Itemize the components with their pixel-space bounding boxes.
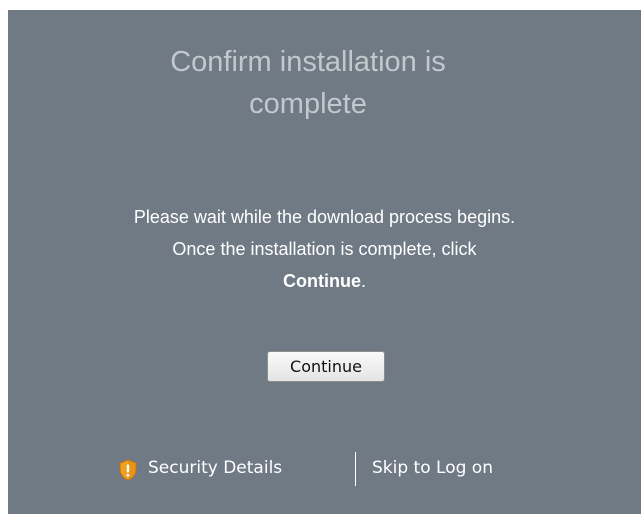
shield-warning-icon	[119, 459, 137, 481]
footer-links: Security Details Skip to Log on	[8, 452, 641, 486]
install-confirm-panel: Confirm installation is complete Please …	[8, 10, 641, 514]
message-line-1: Please wait while the download process b…	[133, 207, 516, 227]
footer-divider	[355, 452, 356, 486]
security-details-link[interactable]: Security Details	[148, 458, 282, 478]
continue-button[interactable]: Continue	[267, 351, 385, 382]
message-line-2: Once the installation is complete, click	[172, 239, 477, 259]
message-line-3: Continue.	[8, 265, 641, 297]
skip-to-log-on-link[interactable]: Skip to Log on	[372, 458, 493, 478]
title-line-1: Confirm installation is	[170, 46, 446, 78]
instruction-message: Please wait while the download process b…	[8, 201, 641, 297]
title-line-2: complete	[249, 88, 367, 120]
message-period: .	[360, 271, 366, 291]
message-continue-emphasis: Continue	[282, 271, 361, 291]
page-title: Confirm installation is complete	[8, 41, 608, 125]
